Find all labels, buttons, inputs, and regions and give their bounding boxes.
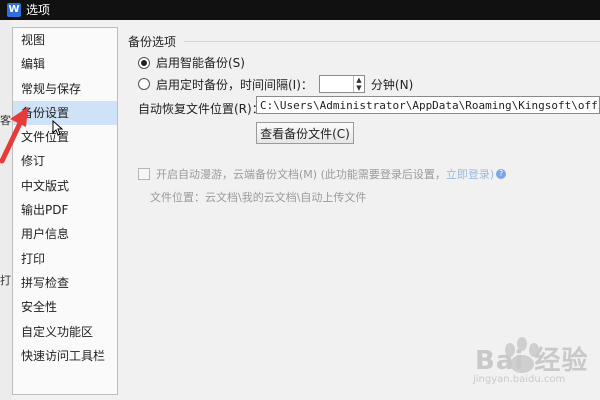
smart-backup-option[interactable]: 启用智能备份(S)	[138, 54, 245, 71]
sidebar-item-chinese-layout[interactable]: 中文版式	[13, 174, 117, 198]
watermark-url: jingyan.baidu.com	[473, 374, 566, 385]
sidebar-item-security[interactable]: 安全性	[13, 295, 117, 319]
smart-backup-label: 启用智能备份(S)	[156, 56, 245, 70]
minutes-label: 分钟(N)	[370, 77, 414, 92]
title-bar: W 选项	[0, 0, 600, 20]
cloud-file-location-text: 文件位置：云文档\我的云文档\自动上传文件	[150, 191, 367, 204]
auto-roaming-option[interactable]: 开启自动漫游，云端备份文档(M) (此功能需要登录后设置， 立即登录) ?	[138, 166, 507, 182]
sidebar-item-user-info[interactable]: 用户信息	[13, 222, 117, 246]
red-arrow-annotation	[0, 107, 28, 164]
help-icon[interactable]: ?	[496, 169, 507, 179]
sidebar-item-print[interactable]: 打印	[13, 247, 117, 271]
sidebar-item-output-pdf[interactable]: 输出PDF	[13, 198, 117, 222]
background-window-edge: 客 打	[0, 20, 12, 400]
view-backup-files-button[interactable]: 查看备份文件(C)	[256, 122, 354, 144]
options-category-list[interactable]: 视图 编辑 常规与保存 备份设置 文件位置 修订 中文版式 输出PDF 用户信息…	[12, 27, 118, 395]
auto-recover-location-label: 自动恢复文件位置(R)：	[138, 102, 264, 116]
auto-recover-path-field[interactable]: C:\Users\Administrator\AppData\Roaming\K…	[256, 96, 600, 114]
sidebar-item-view[interactable]: 视图	[13, 28, 117, 52]
auto-roaming-label: 开启自动漫游，云端备份文档(M) (此功能需要登录后设置，	[156, 168, 446, 181]
sidebar-item-general-save[interactable]: 常规与保存	[13, 77, 117, 101]
interval-stepper[interactable]: ▲ ▼	[318, 75, 365, 93]
sidebar-item-spell-check[interactable]: 拼写检查	[13, 271, 117, 295]
watermark-text: Bai 经验	[475, 346, 589, 376]
sidebar-item-customize-ribbon[interactable]: 自定义功能区	[13, 320, 117, 344]
wps-app-icon: W	[7, 3, 21, 17]
window-title: 选项	[26, 3, 51, 17]
backup-options-group-title: 备份选项	[128, 35, 177, 49]
mouse-cursor-icon	[52, 120, 64, 136]
login-now-link[interactable]: 立即登录)	[446, 166, 494, 182]
background-text: 打	[0, 274, 11, 287]
timed-backup-label: 启用定时备份，时间间隔(I)：	[156, 77, 313, 92]
stepper-arrows-icon[interactable]: ▲ ▼	[352, 76, 364, 92]
sidebar-item-edit[interactable]: 编辑	[13, 52, 117, 76]
auto-roaming-checkbox[interactable]	[138, 168, 150, 180]
sidebar-item-quick-access-toolbar[interactable]: 快速访问工具栏	[13, 344, 117, 368]
group-divider	[184, 41, 600, 42]
timed-backup-radio[interactable]	[138, 78, 150, 90]
smart-backup-radio[interactable]	[138, 56, 150, 69]
timed-backup-option[interactable]: 启用定时备份，时间间隔(I)： ▲ ▼ 分钟(N)	[138, 75, 413, 93]
